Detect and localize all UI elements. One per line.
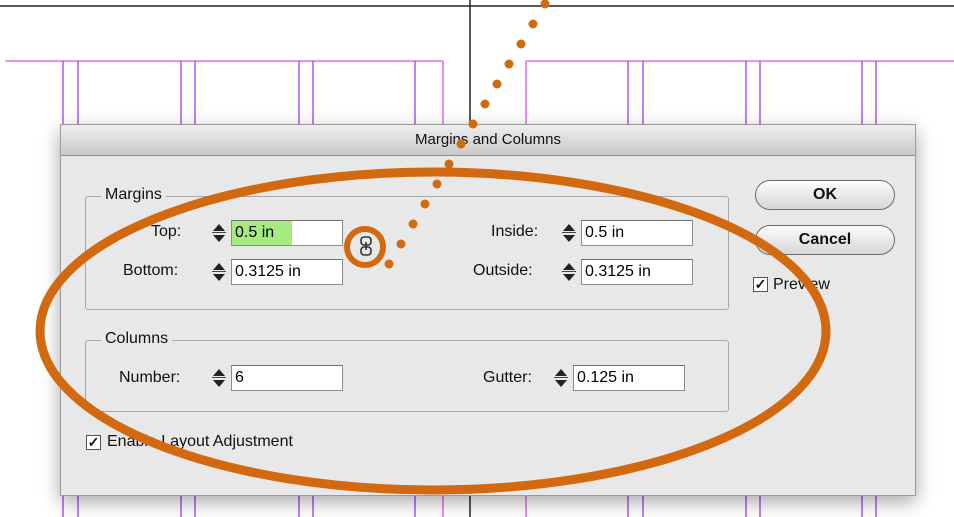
arrow-up-icon[interactable] (563, 263, 575, 270)
bottom-margin-input[interactable] (231, 259, 343, 285)
gutter-stepper[interactable] (551, 365, 571, 391)
checkmark-icon: ✓ (754, 276, 767, 292)
arrow-up-icon[interactable] (213, 263, 225, 270)
top-label: Top: (151, 223, 182, 240)
arrow-down-icon[interactable] (213, 235, 225, 242)
bottom-label: Bottom: (123, 262, 179, 279)
inside-label: Inside: (491, 223, 539, 240)
preview-checkbox[interactable]: ✓ (753, 277, 768, 292)
gutter-input[interactable] (573, 365, 685, 391)
cancel-button[interactable]: Cancel (755, 225, 895, 255)
margins-columns-dialog: Margins and Columns Margins Top: Bottom:… (60, 124, 916, 496)
checkmark-icon: ✓ (87, 434, 100, 450)
outside-margin-input[interactable] (581, 259, 693, 285)
enable-layout-label[interactable]: Enable Layout Adjustment (107, 433, 293, 451)
outside-label: Outside: (473, 262, 533, 279)
arrow-down-icon[interactable] (563, 274, 575, 281)
bottom-stepper[interactable] (209, 259, 229, 285)
ok-button[interactable]: OK (755, 180, 895, 210)
inside-margin-input[interactable] (581, 220, 693, 246)
top-margin-input[interactable] (231, 220, 343, 246)
enable-layout-checkbox[interactable]: ✓ (86, 435, 101, 450)
arrow-down-icon[interactable] (213, 380, 225, 387)
chain-link-icon[interactable] (359, 236, 373, 256)
top-stepper[interactable] (209, 220, 229, 246)
arrow-down-icon[interactable] (213, 274, 225, 281)
arrow-down-icon[interactable] (555, 380, 567, 387)
margins-legend: Margins (101, 186, 166, 204)
number-stepper[interactable] (209, 365, 229, 391)
arrow-up-icon[interactable] (555, 369, 567, 376)
inside-stepper[interactable] (559, 220, 579, 246)
arrow-up-icon[interactable] (563, 224, 575, 231)
arrow-down-icon[interactable] (563, 235, 575, 242)
margins-group (85, 196, 729, 310)
preview-label[interactable]: Preview (773, 276, 830, 294)
number-label: Number: (119, 369, 181, 386)
outside-stepper[interactable] (559, 259, 579, 285)
dialog-title: Margins and Columns (61, 125, 915, 156)
arrow-up-icon[interactable] (213, 224, 225, 231)
number-input[interactable] (231, 365, 343, 391)
arrow-up-icon[interactable] (213, 369, 225, 376)
columns-legend: Columns (101, 330, 173, 348)
gutter-label: Gutter: (483, 369, 532, 386)
